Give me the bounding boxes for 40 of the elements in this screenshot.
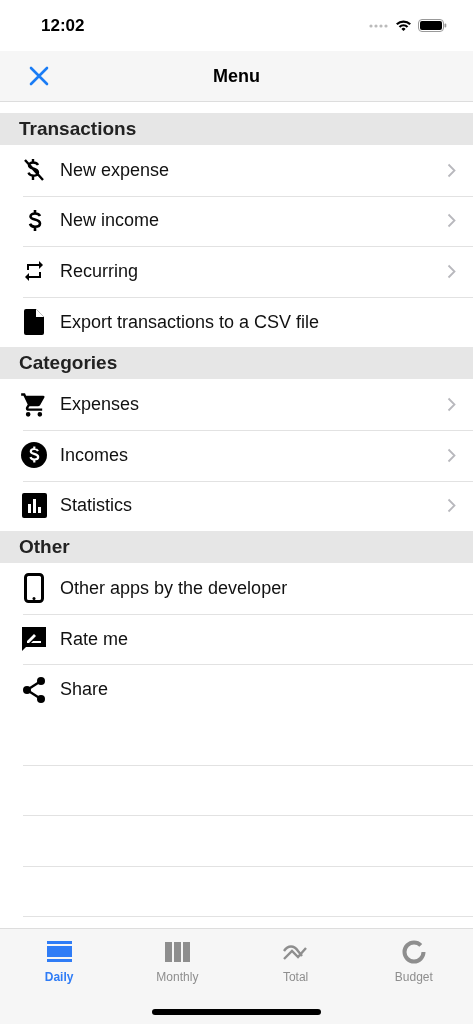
- ring-icon: [401, 940, 426, 964]
- status-time: 12:02: [41, 15, 85, 36]
- tab[interactable]: Daily: [0, 929, 119, 991]
- menu-item-label: Incomes: [60, 444, 129, 466]
- close-icon: [29, 66, 49, 86]
- menu-item-label: Expenses: [60, 394, 140, 416]
- phone-icon: [24, 573, 44, 604]
- menu-item-label: Other apps by the developer: [60, 577, 288, 599]
- menu-item[interactable]: Incomes: [0, 429, 473, 481]
- columns-icon: [164, 940, 190, 964]
- menu-item-label: Rate me: [60, 628, 129, 650]
- menu-item[interactable]: Share: [0, 664, 473, 715]
- menu-item-label: Export transactions to a CSV file: [60, 311, 320, 333]
- menu-item-label: Statistics: [60, 495, 133, 517]
- menu-item[interactable]: Other apps by the developer: [0, 563, 473, 614]
- menu-item[interactable]: Expenses: [0, 379, 473, 430]
- menu-item[interactable]: New income: [0, 195, 473, 247]
- menu-item-label: New expense: [60, 159, 170, 181]
- dollar-coin-icon: [20, 441, 48, 470]
- menu-item[interactable]: Rate me: [0, 613, 473, 665]
- share-icon: [21, 675, 47, 704]
- bar-chart-icon: [21, 493, 47, 519]
- edit-message-icon: [20, 625, 48, 654]
- list-icon: [46, 940, 72, 964]
- menu-item[interactable]: Recurring: [0, 246, 473, 297]
- menu-item[interactable]: Export transactions to a CSV file: [0, 296, 473, 348]
- menu-item[interactable]: Statistics: [0, 480, 473, 532]
- section-header: Categories: [0, 347, 473, 380]
- document-icon: [23, 308, 45, 337]
- menu-item-label: New income: [60, 210, 160, 232]
- menu-item-label: Share: [60, 679, 109, 701]
- section-header: Transactions: [0, 113, 473, 145]
- battery-icon: [418, 19, 447, 32]
- section-header: Other: [0, 531, 473, 564]
- signal-icon: [369, 23, 389, 28]
- nav-title: Menu: [213, 65, 260, 87]
- wifi-icon: [395, 19, 412, 32]
- menu-item-label: Recurring: [60, 261, 139, 282]
- menu-item[interactable]: New expense: [0, 145, 473, 196]
- close-button[interactable]: [28, 65, 50, 87]
